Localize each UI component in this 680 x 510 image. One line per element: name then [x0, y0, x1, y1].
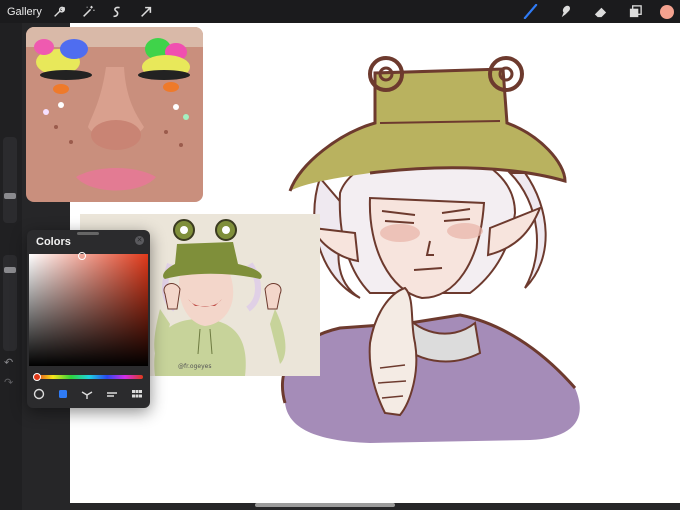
- opacity-slider[interactable]: [3, 255, 17, 351]
- watermark-text: @fr.ogeyes: [178, 363, 211, 370]
- home-indicator: [255, 503, 395, 507]
- colors-panel-title: Colors: [36, 236, 71, 248]
- magic-wand-icon[interactable]: [79, 3, 97, 21]
- panel-drag-handle[interactable]: [77, 232, 99, 235]
- harmony-tab-icon[interactable]: [80, 387, 94, 401]
- value-tab-icon[interactable]: [105, 387, 119, 401]
- brush-size-slider[interactable]: [3, 137, 17, 223]
- close-icon[interactable]: ✕: [135, 236, 144, 245]
- classic-tab-icon[interactable]: [56, 387, 70, 401]
- color-mode-tabs: [27, 387, 150, 403]
- eraser-icon[interactable]: [590, 2, 610, 22]
- layers-icon[interactable]: [625, 2, 645, 22]
- opacity-thumb[interactable]: [4, 267, 16, 273]
- top-toolbar: Gallery: [0, 0, 680, 23]
- current-color-swatch[interactable]: [660, 4, 674, 19]
- brush-icon[interactable]: [520, 2, 540, 22]
- undo-icon[interactable]: ↶: [4, 356, 13, 369]
- hue-slider[interactable]: [35, 375, 143, 379]
- disc-tab-icon[interactable]: [32, 387, 46, 401]
- smudge-icon[interactable]: [555, 2, 575, 22]
- palettes-tab-icon[interactable]: [130, 387, 144, 401]
- gallery-button[interactable]: Gallery: [7, 6, 42, 18]
- brush-size-thumb[interactable]: [4, 193, 16, 199]
- makeup-face-photo: [26, 27, 203, 202]
- wrench-icon[interactable]: [50, 3, 68, 21]
- color-picker-square[interactable]: [29, 252, 148, 366]
- colors-panel[interactable]: Colors ✕: [27, 230, 150, 408]
- reference-image-makeup[interactable]: [26, 27, 203, 202]
- redo-icon[interactable]: ↷: [4, 376, 13, 389]
- transform-arrow-icon[interactable]: [137, 3, 155, 21]
- color-picker-marker[interactable]: [78, 252, 86, 260]
- left-sidebar: ↶ ↷: [0, 23, 22, 510]
- selection-icon[interactable]: [108, 3, 126, 21]
- hue-slider-marker[interactable]: [33, 373, 41, 381]
